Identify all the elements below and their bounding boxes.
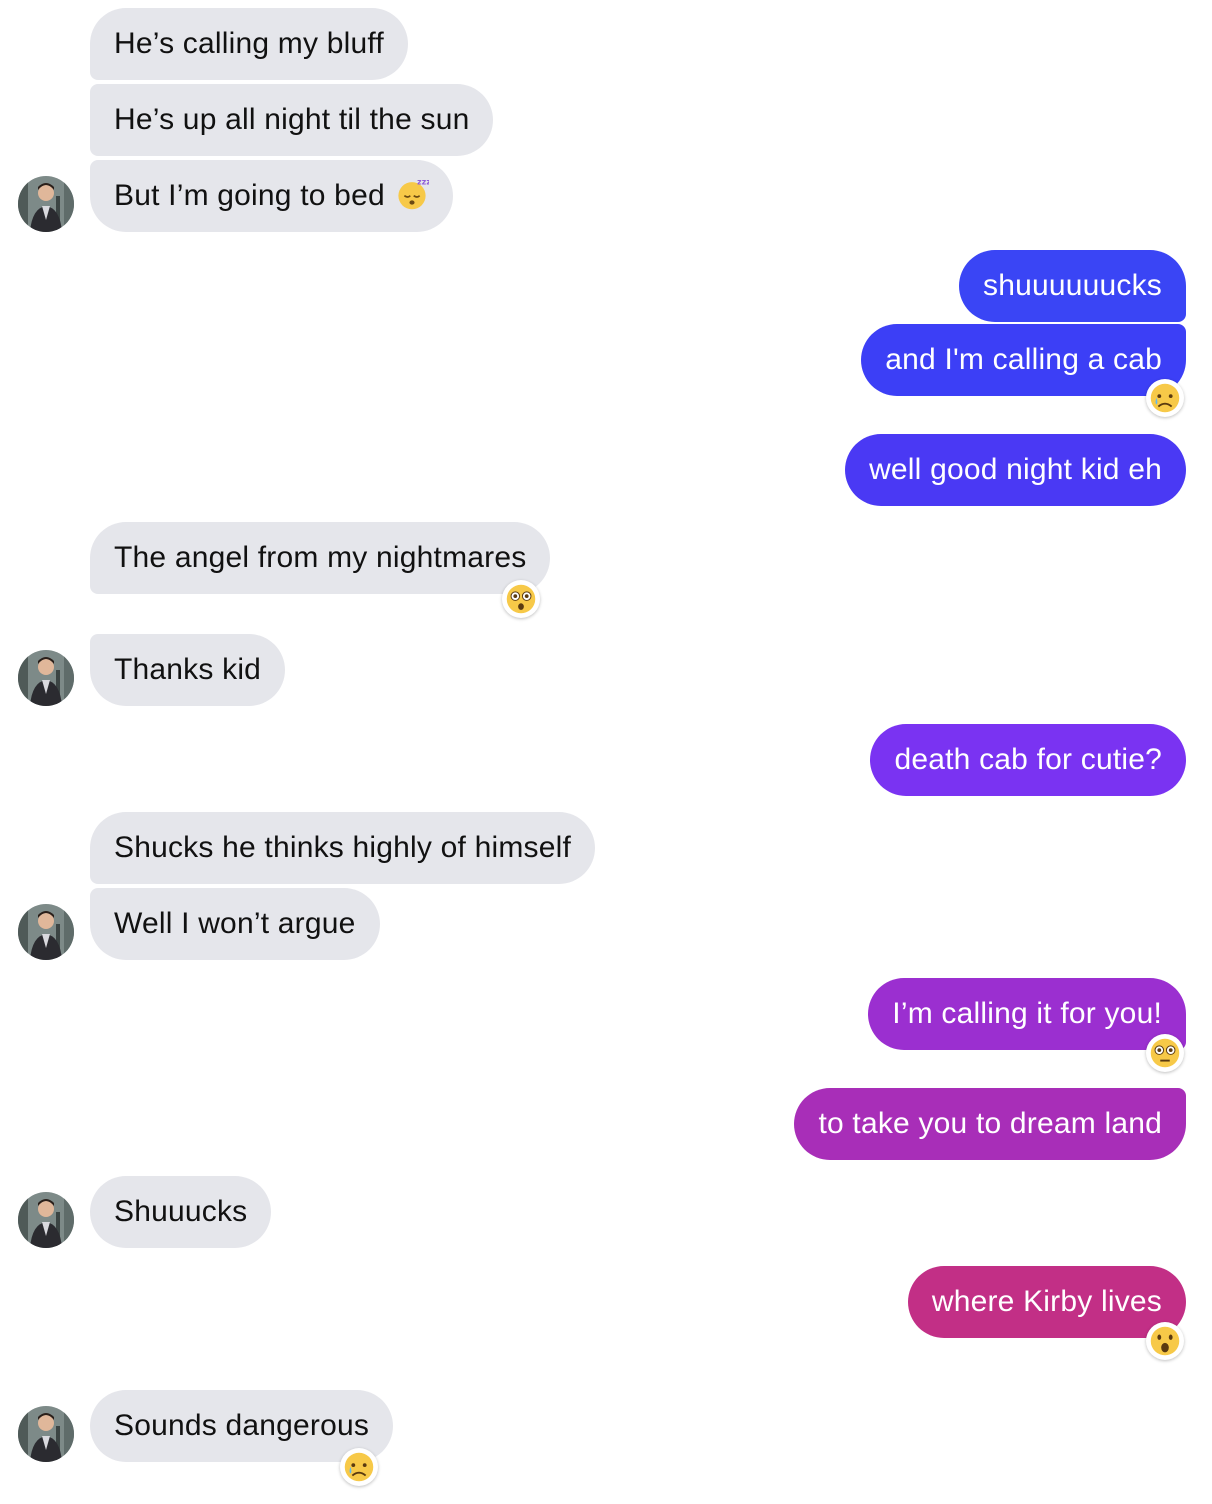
message-text: He’s up all night til the sun: [114, 103, 470, 136]
avatar[interactable]: [18, 1192, 74, 1248]
avatar[interactable]: [18, 176, 74, 232]
astonished-face-icon[interactable]: [1146, 1322, 1184, 1360]
message-outgoing[interactable]: well good night kid eh: [845, 434, 1186, 506]
message-incoming[interactable]: Thanks kid: [90, 634, 286, 706]
flushed-face-icon[interactable]: [502, 580, 540, 618]
message-text: where Kirby lives: [931, 1285, 1162, 1318]
message-outgoing[interactable]: to take you to dream land: [794, 1088, 1186, 1160]
message-text: Thanks kid: [114, 653, 262, 686]
sleeping-face-icon: zzz: [395, 177, 429, 211]
message-outgoing[interactable]: death cab for cutie?: [870, 724, 1186, 796]
message-text: He’s calling my bluff: [114, 27, 384, 60]
message-incoming[interactable]: Well I won’t argue: [90, 888, 380, 960]
flushed-face-icon[interactable]: [1146, 1034, 1184, 1072]
message-text: Shuuucks: [114, 1195, 248, 1228]
message-outgoing[interactable]: I’m calling it for you!: [868, 978, 1186, 1050]
message-text: to take you to dream land: [818, 1107, 1162, 1140]
message-incoming[interactable]: Shucks he thinks highly of himself: [90, 812, 596, 884]
message-outgoing[interactable]: where Kirby lives: [907, 1266, 1186, 1338]
message-text: shuuuuuucks: [983, 269, 1162, 302]
avatar[interactable]: [18, 1406, 74, 1462]
avatar[interactable]: [18, 904, 74, 960]
message-text: The angel from my nightmares: [114, 541, 527, 574]
sad-tear-face-icon[interactable]: [340, 1448, 378, 1486]
message-incoming[interactable]: The angel from my nightmares: [90, 522, 551, 594]
message-text: death cab for cutie?: [894, 743, 1162, 776]
message-incoming[interactable]: He’s up all night til the sun: [90, 84, 494, 156]
sad-tear-face-icon[interactable]: [1146, 379, 1184, 417]
message-text: I’m calling it for you!: [892, 997, 1162, 1030]
message-incoming[interactable]: Shuuucks: [90, 1176, 272, 1248]
message-text: and I'm calling a cab: [885, 343, 1162, 376]
message-text: well good night kid eh: [869, 453, 1162, 486]
message-text: Well I won’t argue: [114, 907, 356, 940]
message-outgoing[interactable]: and I'm calling a cab: [861, 324, 1186, 396]
message-incoming[interactable]: But I’m going to bed zzz: [90, 160, 453, 232]
avatar[interactable]: [18, 650, 74, 706]
message-outgoing[interactable]: shuuuuuucks: [959, 250, 1186, 322]
message-incoming[interactable]: He’s calling my bluff: [90, 8, 408, 80]
message-text: Sounds dangerous: [114, 1409, 370, 1442]
message-text: But I’m going to bed: [114, 179, 385, 212]
message-text: Shucks he thinks highly of himself: [114, 831, 572, 864]
svg-text:zzz: zzz: [417, 178, 429, 187]
